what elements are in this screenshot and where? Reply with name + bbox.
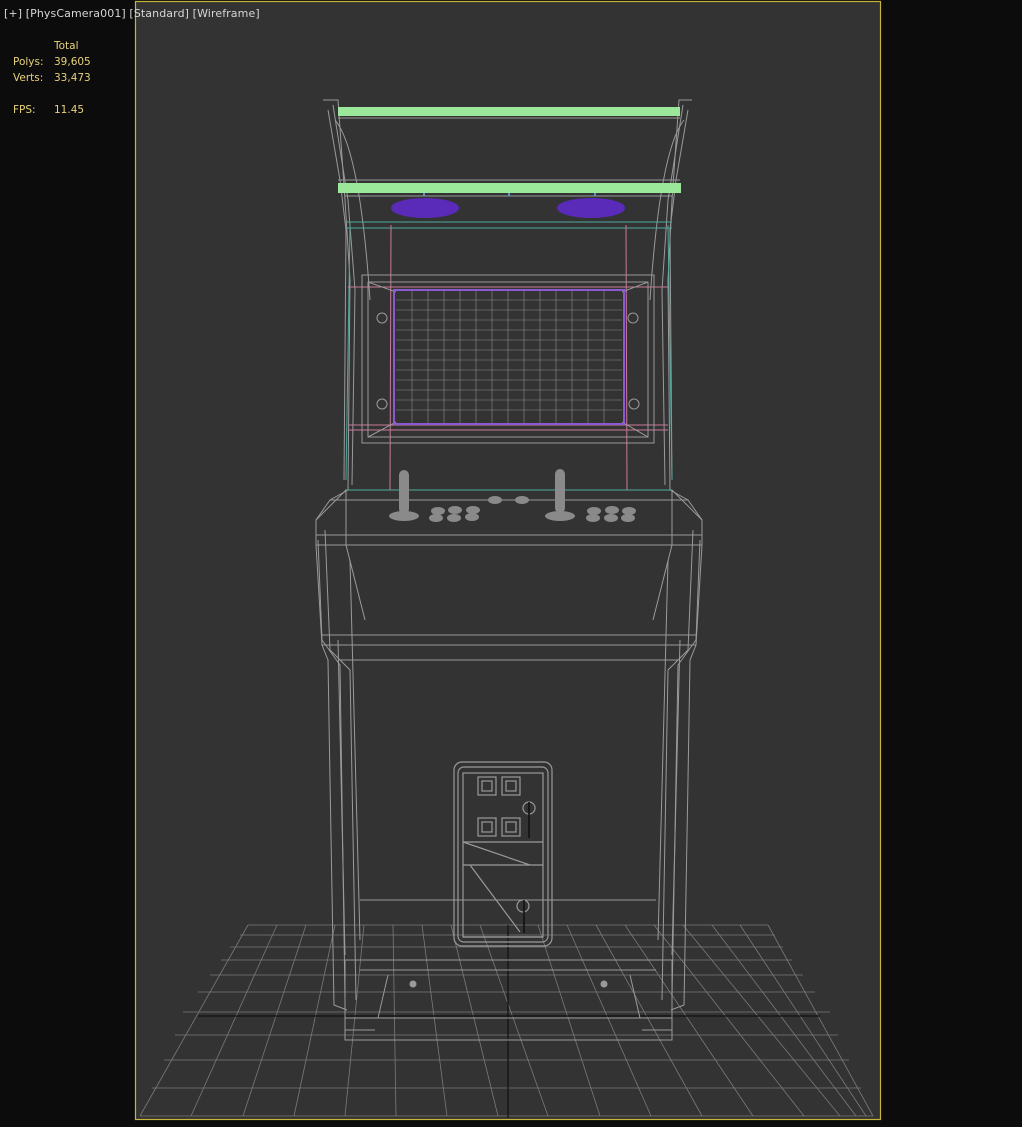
- viewport-display-mode-menu[interactable]: [Wireframe]: [193, 7, 260, 20]
- stats-header: Total: [54, 40, 79, 52]
- stats-polys-label: Polys:: [13, 56, 44, 68]
- joystick-right-base: [545, 511, 575, 521]
- stats-fps-label: FPS:: [13, 104, 36, 116]
- speaker-left[interactable]: [391, 198, 459, 218]
- viewport-plus-menu[interactable]: [+]: [4, 7, 22, 20]
- joystick-left: [399, 470, 409, 514]
- viewport-shading-menu[interactable]: [Standard]: [129, 7, 189, 20]
- stats-verts-value: 33,473: [54, 72, 91, 84]
- speaker-right[interactable]: [557, 198, 625, 218]
- viewport-camera-menu[interactable]: [PhysCamera001]: [26, 7, 126, 20]
- stats-polys-value: 39,605: [54, 56, 91, 68]
- viewport-canvas[interactable]: [0, 0, 1022, 1123]
- marquee-light-top[interactable]: [338, 107, 680, 116]
- joystick-right: [555, 469, 565, 513]
- marquee-light-bottom[interactable]: [338, 183, 681, 193]
- stats-fps-value: 11.45: [54, 104, 85, 116]
- stats-verts-label: Verts:: [13, 72, 44, 84]
- viewport-label-menu[interactable]: [+] [PhysCamera001] [Standard] [Wirefram…: [4, 7, 260, 20]
- viewport-wireframe[interactable]: [+] [PhysCamera001] [Standard] [Wirefram…: [0, 0, 1022, 1123]
- joystick-left-base: [389, 511, 419, 521]
